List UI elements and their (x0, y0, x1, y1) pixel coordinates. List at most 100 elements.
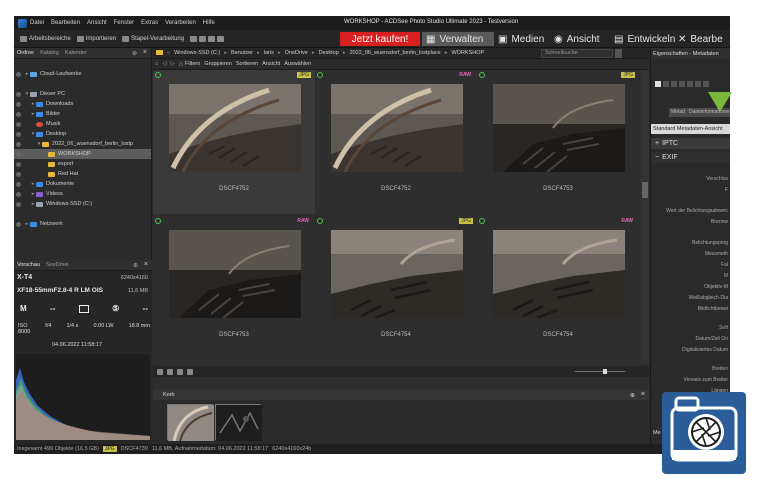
menu-bearbeiten[interactable]: Bearbeiten (51, 20, 80, 26)
tree-item[interactable]: Red Hat (14, 169, 151, 179)
filter-menu[interactable]: Filtern (185, 61, 200, 67)
back-icon[interactable]: ◁ (162, 61, 166, 67)
tree-item[interactable]: ▸ Videos (14, 189, 151, 199)
close-icon[interactable]: × (144, 261, 148, 268)
metadata-tool[interactable] (687, 81, 693, 87)
import-button[interactable]: Importieren (76, 35, 116, 42)
workspaces-button[interactable]: Arbeitsbereiche (20, 35, 71, 42)
mode-edit-tab[interactable]: ✕ Bearbe (678, 32, 723, 46)
breadcrumb-item[interactable]: Desktop (319, 50, 339, 56)
tree-item[interactable]: ▸ Windows-SSD (C:) (14, 199, 151, 209)
breadcrumb-item[interactable]: laris (264, 50, 274, 56)
mode-media-tab[interactable]: ▣ Medien (498, 32, 544, 46)
quick-search-input[interactable]: Schnellsuche (541, 49, 613, 58)
tree-item[interactable]: ▾ Desktop (14, 129, 151, 139)
menu-ansicht[interactable]: Ansicht (87, 20, 107, 26)
tab-metadaten[interactable]: Metad (669, 108, 687, 117)
menu-hilfe[interactable]: Hilfe (203, 20, 215, 26)
pin-icon[interactable]: ⊕ (630, 392, 635, 399)
mode-view-tab[interactable]: ◉ Ansicht (554, 32, 600, 46)
breadcrumb-item[interactable]: WORKSHOP (451, 50, 484, 56)
path-overflow-icon[interactable]: « (167, 50, 170, 56)
tree-item[interactable]: ▸ Netzwerk (14, 219, 151, 229)
tree-item[interactable]: ▾ Dieser PC (14, 89, 151, 99)
thumbnail-item[interactable]: RAW DSCF4753 (153, 216, 315, 360)
menu-verarbeiten[interactable]: Verarbeiten (165, 20, 196, 26)
thumbnail-item[interactable]: RAW DSCF4752 (315, 70, 477, 214)
select-checkbox-icon[interactable] (155, 72, 161, 78)
batch-button[interactable]: Stapel-Verarbeitung (122, 35, 184, 42)
metadata-tool[interactable] (703, 81, 709, 87)
sync-indicator-icon (16, 151, 21, 157)
select-checkbox-icon[interactable] (479, 72, 485, 78)
metadata-tool[interactable] (671, 81, 677, 87)
tree-item[interactable]: ▸ Bilder (14, 109, 151, 119)
metadata-preset-select[interactable]: Standard Metadaten-Ansicht (651, 124, 730, 134)
basket-item[interactable] (215, 404, 262, 441)
thumbnail-item[interactable]: RAW DSCF4754 (477, 216, 639, 360)
breadcrumb-item[interactable]: 2022_06_wuensdorf_berlin_lostplace (350, 50, 441, 56)
tree-item[interactable]: ▾ 2022_06_wuensdorf_berlin_lostp (14, 139, 151, 149)
select-menu[interactable]: Auswählen (284, 61, 311, 67)
search-dropdown-icon[interactable] (615, 49, 622, 58)
select-checkbox-icon[interactable] (317, 72, 323, 78)
rotate-left-icon[interactable] (157, 368, 163, 375)
up-icon[interactable]: △ (179, 61, 183, 67)
tab-katalog[interactable]: Katalog (37, 50, 62, 56)
folder-icon (36, 111, 43, 117)
forward-icon[interactable]: ▷ (171, 61, 175, 67)
close-icon[interactable]: × (641, 391, 645, 398)
browser-scrollbar[interactable] (641, 70, 649, 364)
pin-icon[interactable]: ⊕ (132, 50, 137, 57)
tree-item[interactable]: ▸ Dokumente (14, 179, 151, 189)
slideshow-icon[interactable] (187, 368, 193, 375)
section-iptc[interactable]: + IPTC (651, 138, 730, 149)
thumbnail-item[interactable]: JPG DSCF4753 (477, 70, 639, 214)
tab-seedrive[interactable]: SeeDrive (43, 262, 72, 268)
menu-extras[interactable]: Extras (141, 20, 158, 26)
tree-item-label: Windows-SSD (C:) (46, 201, 93, 207)
select-checkbox-icon[interactable] (479, 218, 485, 224)
thumbnail-size-slider[interactable] (575, 369, 625, 374)
slider-knob[interactable] (603, 369, 607, 374)
tree-item[interactable]: Musik (14, 119, 151, 129)
tree-item[interactable]: export (14, 159, 151, 169)
sort-menu[interactable]: Sortieren (236, 61, 258, 67)
metadata-checkbox[interactable] (655, 81, 661, 87)
select-checkbox-icon[interactable] (317, 218, 323, 224)
scrollbar-thumb[interactable] (642, 182, 648, 198)
metadata-tool[interactable] (695, 81, 701, 87)
collapse-icon: − (655, 154, 660, 161)
close-icon[interactable]: × (143, 49, 147, 56)
tree-item[interactable]: ▸ Downloads (14, 99, 151, 109)
menu-fenster[interactable]: Fenster (114, 20, 134, 26)
exposure-bias-value: 0.00 LW (93, 323, 114, 329)
toolbar-tools[interactable] (190, 35, 225, 42)
thumbnail-item[interactable]: JPG DSCF4754 (315, 216, 477, 360)
tree-item[interactable]: ▸ Cloud-Laufwerke (14, 69, 151, 79)
rotate-right-icon[interactable] (167, 368, 173, 375)
exposure-values: ISO 8000 f/4 1/4 s 0.00 LW 18.8 mm (18, 323, 150, 335)
mode-manage-tab[interactable]: ▦ Verwalten (422, 32, 494, 46)
group-menu[interactable]: Gruppieren (204, 61, 232, 67)
view-menu[interactable]: Ansicht (262, 61, 280, 67)
breadcrumb-item[interactable]: OneDrive (285, 50, 308, 56)
breadcrumb-item[interactable]: Windows-SSD (C:) (174, 50, 220, 56)
tab-kalender[interactable]: Kalender (62, 50, 90, 56)
mode-develop-tab[interactable]: ▤ Entwickeln (614, 32, 675, 46)
home-icon[interactable]: ⌂ (155, 61, 158, 67)
thumbnail-item[interactable]: JPG DSCF4752 (153, 70, 315, 214)
breadcrumb-item[interactable]: Benutzer (231, 50, 253, 56)
section-exif[interactable]: − EXIF (651, 152, 730, 163)
basket-item[interactable] (167, 404, 214, 442)
tab-ordner[interactable]: Ordner (14, 50, 37, 56)
metadata-tool[interactable] (679, 81, 685, 87)
buy-now-button[interactable]: Jetzt kaufen! (340, 32, 420, 46)
tree-item[interactable]: WORKSHOP (14, 149, 151, 159)
select-checkbox-icon[interactable] (155, 218, 161, 224)
pin-icon[interactable]: ⊕ (133, 262, 138, 269)
menu-datei[interactable]: Datei (30, 20, 44, 26)
metadata-tool[interactable] (663, 81, 669, 87)
compare-icon[interactable] (177, 368, 183, 375)
tab-vorschau[interactable]: Vorschau (14, 262, 43, 268)
